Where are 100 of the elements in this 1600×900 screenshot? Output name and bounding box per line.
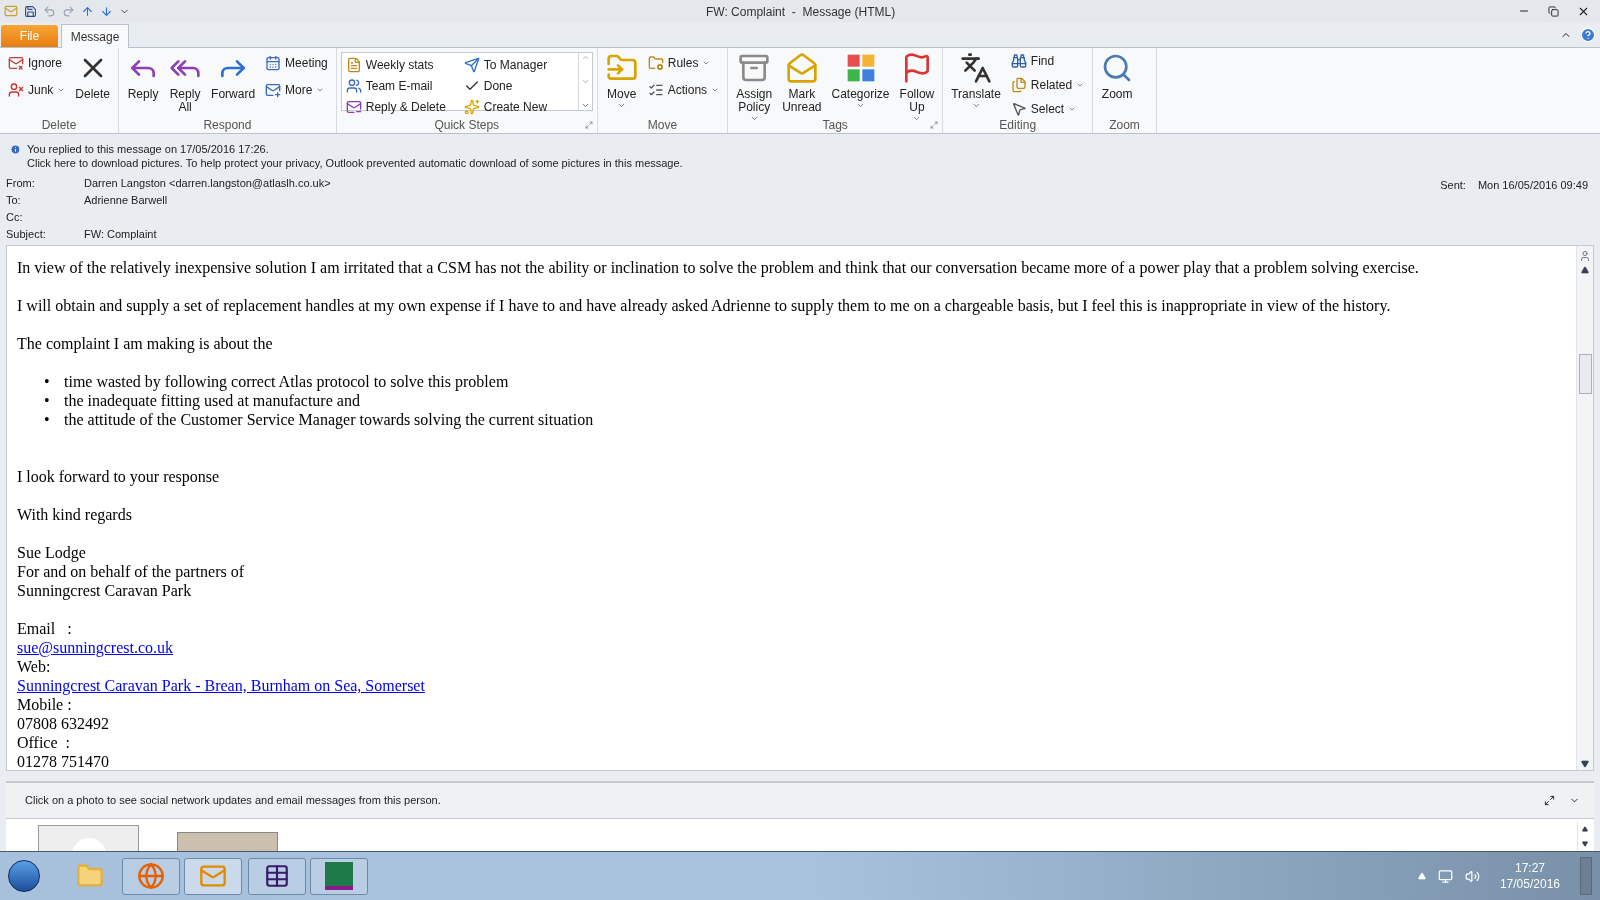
ribbon-button[interactable]: Done — [459, 75, 578, 96]
help-icon[interactable] — [1580, 27, 1596, 43]
open-envelope-icon — [785, 52, 818, 84]
ribbon-button[interactable]: Weekly stats — [341, 54, 460, 75]
group-label: Move — [646, 117, 679, 134]
ribbon-button[interactable]: Meeting — [261, 52, 332, 73]
ribbon-button[interactable]: Junk — [4, 79, 70, 100]
signature-line: Sunningcrest Caravan Park — [17, 581, 193, 600]
envelope-icon — [4, 4, 18, 18]
volume-icon[interactable] — [1464, 868, 1480, 884]
scroll-up-icon[interactable] — [1581, 825, 1588, 832]
start-button[interactable] — [8, 860, 40, 892]
ribbon-large-button[interactable]: Forward — [207, 48, 260, 117]
ribbon-large-button[interactable]: Reply — [123, 48, 164, 117]
window-title: FW: Complaint - Message (HTML) — [706, 4, 896, 21]
signature-line: For and on behalf of the partners of — [17, 562, 246, 581]
signature-line: Sue Lodge — [17, 543, 87, 562]
ribbon-large-button[interactable]: Move — [601, 48, 642, 117]
calendar-icon — [265, 54, 282, 71]
document-icon — [345, 56, 362, 73]
envelope-minus-icon — [345, 98, 362, 115]
body-paragraph: In view of the relatively inexpensive solution I am irritated that a CSM has not the ability or inclination to solve the problem and think that our conversation became more of a power play that a problem solving exercise. — [17, 258, 1420, 277]
caret-icon — [1068, 105, 1077, 113]
app-tile-icon[interactable] — [325, 862, 353, 890]
ribbon-button[interactable]: Reply & Delete — [341, 96, 460, 117]
info-bar-text[interactable]: Click here to download pictures. To help protect your privacy, Outlook prevented automatic download of some pictures in this message. — [27, 156, 683, 170]
browser-icon[interactable] — [137, 862, 165, 890]
body-paragraph: The complaint I am making is about the — [17, 334, 274, 353]
ribbon-button[interactable]: Actions — [643, 79, 724, 100]
dialog-launcher-icon[interactable] — [930, 121, 939, 129]
show-hidden-icon[interactable] — [1417, 872, 1426, 880]
ribbon-button[interactable]: More — [261, 79, 332, 100]
envelope-x-icon — [8, 54, 24, 71]
scroll-down-icon[interactable] — [1581, 760, 1589, 768]
bullet-item: • the inadequate fitting used at manufacture and — [44, 391, 361, 410]
info-icon — [10, 143, 21, 155]
archive-icon — [738, 52, 771, 84]
ribbon-button[interactable]: Related — [1006, 76, 1089, 94]
ribbon-button[interactable]: Rules — [643, 52, 724, 73]
ribbon-button[interactable]: Ignore — [4, 52, 70, 73]
caret-icon — [749, 114, 759, 123]
scroll-down-icon[interactable] — [1581, 840, 1588, 847]
people-icon — [345, 77, 362, 94]
arrow-down-icon[interactable] — [100, 4, 113, 18]
body-paragraph: I will obtain and supply a set of replacement handles at my own expense if I have to and have already asked Adrienne to supply them to me on a chargeable basis, but I feel this is inappropriate in view of the history. — [17, 296, 1392, 315]
scrollbar[interactable] — [1576, 246, 1593, 770]
save-icon[interactable] — [24, 4, 37, 18]
ribbon-large-button[interactable]: Translate — [947, 48, 1005, 117]
documents-icon — [1010, 77, 1027, 93]
ribbon-button[interactable]: Team E-mail — [341, 75, 460, 96]
restore-icon[interactable] — [1548, 5, 1559, 17]
signature-line: Mobile : — [17, 695, 73, 714]
grid-app-icon[interactable] — [264, 863, 290, 889]
contact-card-icon[interactable] — [1579, 250, 1591, 262]
header-value: FW: Complaint — [84, 227, 157, 243]
body-paragraph: I look forward to your response — [17, 467, 221, 486]
binoculars-icon — [1010, 53, 1027, 69]
ribbon-button[interactable]: To Manager — [459, 54, 578, 75]
ribbon-large-button[interactable]: Delete — [71, 48, 115, 117]
group-label: Editing — [998, 117, 1038, 134]
group-label: Respond — [202, 117, 253, 134]
header-value: Darren Langston <darren.langston@atlaslh.co.uk> — [84, 176, 331, 192]
signature-line: 01278 751470 — [17, 752, 110, 770]
ribbon-tab[interactable]: Message — [61, 24, 129, 48]
ribbon-large-button[interactable]: Mark Unread — [778, 48, 826, 117]
pointer-icon — [1010, 101, 1027, 117]
body-paragraph: With kind regards — [17, 505, 133, 524]
user-blocked-icon — [8, 81, 24, 98]
link[interactable]: Sunningcrest Caravan Park - Brean, Burnham on Sea, Somerset — [17, 677, 425, 694]
caret-icon — [971, 101, 981, 110]
sent-value: Mon 16/05/2016 09:49 — [1477, 178, 1588, 193]
redo-icon[interactable] — [62, 4, 75, 18]
expand-gallery-icon[interactable] — [580, 101, 590, 110]
signature-line: Office : — [17, 733, 71, 752]
network-icon[interactable] — [1437, 868, 1453, 884]
sent-label: Sent: — [1440, 178, 1466, 193]
dialog-launcher-icon[interactable] — [584, 121, 593, 129]
ribbon-large-button[interactable]: Reply All — [165, 48, 206, 117]
undo-icon[interactable] — [43, 4, 56, 18]
caret-icon — [912, 114, 922, 123]
ribbon-large-button[interactable]: Categorize — [827, 48, 894, 117]
arrow-up-icon[interactable] — [81, 4, 94, 18]
ribbon-large-button[interactable]: Follow Up — [895, 48, 939, 117]
bullet-item: • time wasted by following correct Atlas protocol to solve this problem — [44, 372, 510, 391]
send-icon — [463, 56, 480, 73]
link[interactable]: sue@sunningcrest.co.uk — [17, 639, 174, 656]
group-label: Zoom — [1108, 117, 1141, 134]
caret-icon — [856, 101, 866, 110]
ribbon-button[interactable]: Create New — [459, 96, 578, 117]
ribbon-large-button[interactable]: Zoom — [1097, 48, 1138, 117]
people-pane-hint: Click on a photo to see social network updates and email messages from this person. — [25, 793, 441, 809]
ribbon-large-button[interactable]: Assign Policy — [732, 48, 777, 117]
scroll-thumb[interactable] — [1578, 354, 1592, 394]
ribbon-button[interactable]: Select — [1006, 100, 1089, 118]
caret-icon — [1076, 81, 1085, 89]
ribbon-button[interactable]: Find — [1006, 52, 1089, 70]
header-label: Cc: — [6, 210, 24, 226]
scroll-up-icon[interactable] — [1581, 266, 1589, 274]
expand-icon[interactable] — [1544, 795, 1555, 806]
sparkle-icon — [463, 98, 480, 115]
